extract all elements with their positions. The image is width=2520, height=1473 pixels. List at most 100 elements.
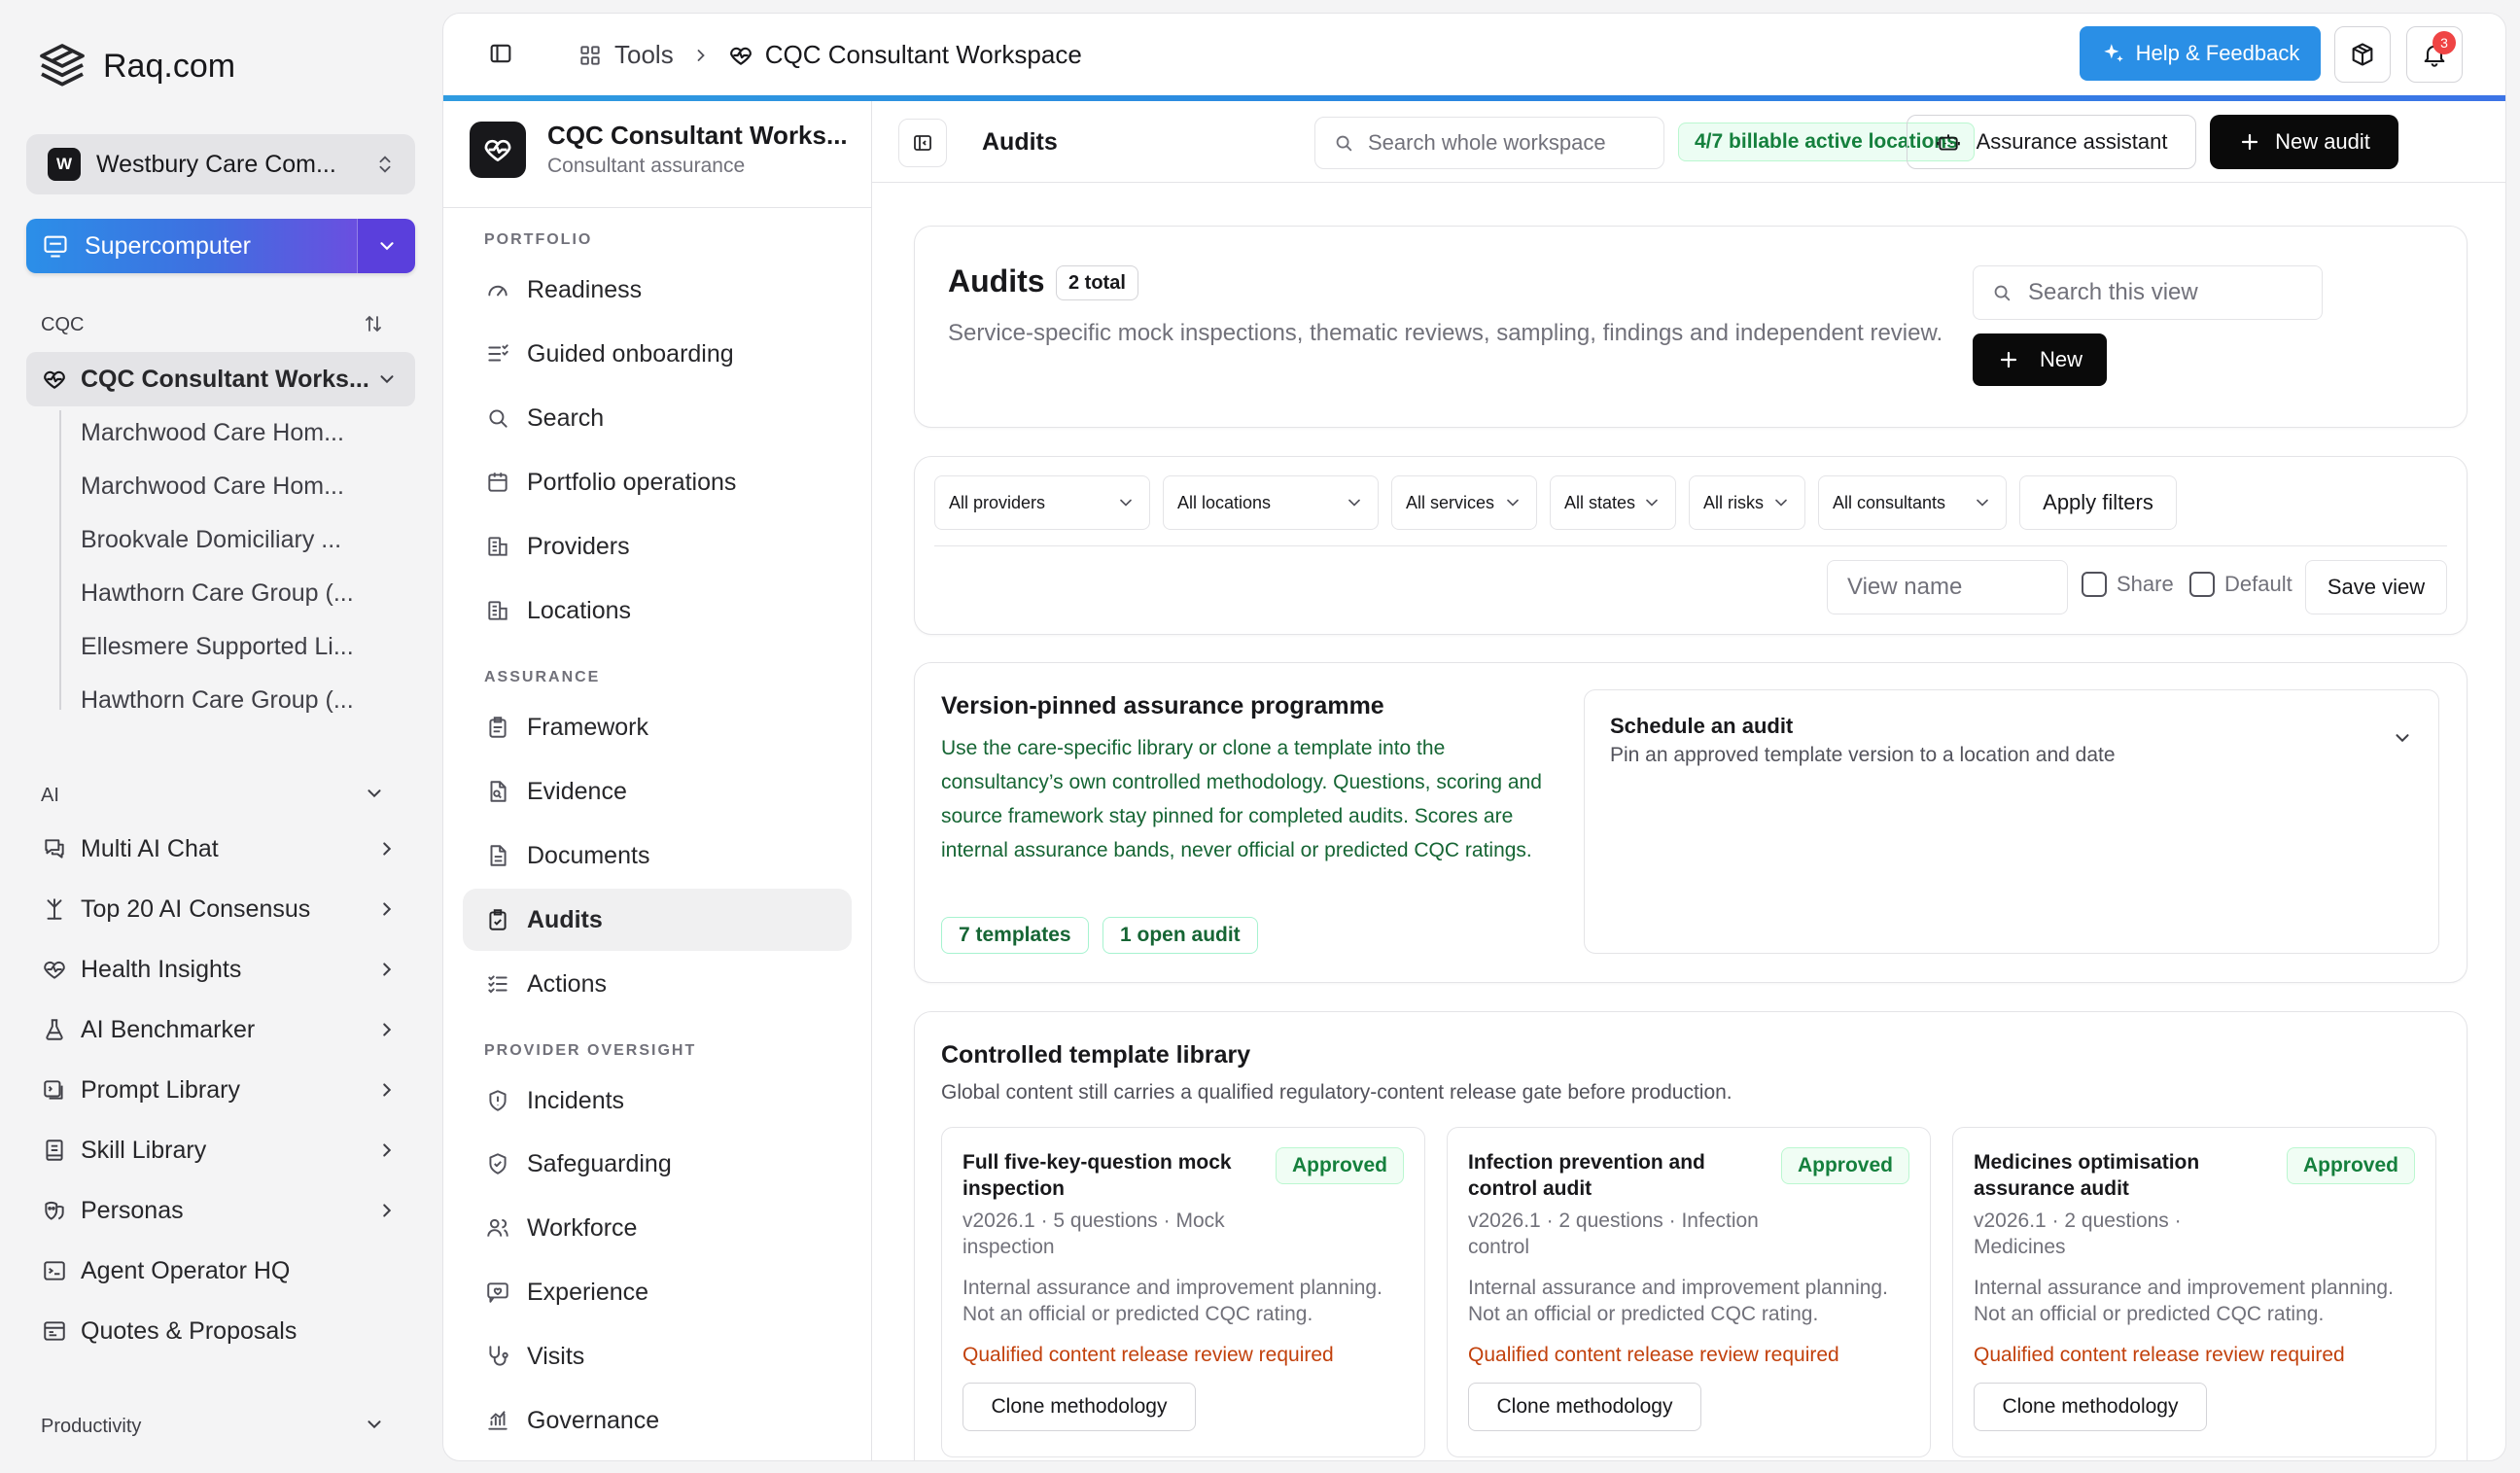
- chevron-right-icon: [376, 838, 398, 859]
- breadcrumb-tools[interactable]: Tools: [614, 40, 674, 70]
- consultant-filter-select[interactable]: All consultants: [1818, 475, 2007, 530]
- workspace-child[interactable]: Hawthorn Care Group (...: [81, 686, 354, 715]
- nav-item-label: Framework: [527, 713, 649, 741]
- clone-methodology-button[interactable]: Clone methodology: [1468, 1383, 1701, 1431]
- sidebar-item-quotes-proposals[interactable]: Quotes & Proposals: [26, 1304, 415, 1358]
- supercomputer-main[interactable]: Supercomputer: [26, 219, 357, 273]
- sidebar-item-label: Personas: [81, 1196, 184, 1224]
- view-name-input[interactable]: View name: [1827, 560, 2068, 614]
- chevron-down-icon[interactable]: [2392, 727, 2413, 749]
- calendar-icon: [484, 469, 511, 496]
- new-audit-button[interactable]: New audit: [2210, 115, 2398, 169]
- brand[interactable]: Raq.com: [35, 39, 235, 93]
- share-checkbox[interactable]: Share: [2082, 572, 2174, 597]
- audits-heading: Audits: [948, 263, 1045, 298]
- template-meta: v2026.1 · 2 questions · Infection contro…: [1468, 1210, 1759, 1258]
- template-warning: Qualified content release review require…: [1468, 1344, 1839, 1366]
- section-productivity-label: Productivity: [41, 1416, 142, 1437]
- clone-methodology-button[interactable]: Clone methodology: [962, 1383, 1196, 1431]
- sidebar-item-ai-benchmarker[interactable]: AI Benchmarker: [26, 1002, 415, 1057]
- checkbox-box[interactable]: [2189, 572, 2215, 597]
- nav-item-safeguarding[interactable]: Safeguarding: [463, 1133, 852, 1195]
- workspace-child[interactable]: Marchwood Care Hom...: [81, 473, 344, 501]
- section-productivity[interactable]: Productivity: [41, 1416, 401, 1438]
- schedule-audit-panel[interactable]: Schedule an audit Pin an approved templa…: [1584, 689, 2439, 954]
- save-view-button[interactable]: Save view: [2305, 560, 2447, 614]
- nav-item-framework[interactable]: Framework: [463, 696, 852, 758]
- chat-icon: [40, 836, 69, 861]
- clone-methodology-button[interactable]: Clone methodology: [1974, 1383, 2207, 1431]
- template-card: Full five-key-question mock inspection A…: [941, 1127, 1425, 1457]
- workspace-child[interactable]: Hawthorn Care Group (...: [81, 579, 354, 608]
- nav-item-search[interactable]: Search: [463, 387, 852, 449]
- sidebar-item-prompt-library[interactable]: Prompt Library: [26, 1063, 415, 1117]
- workspace-tree-line: [59, 410, 61, 710]
- nav-item-workforce[interactable]: Workforce: [463, 1197, 852, 1259]
- workspace-child[interactable]: Brookvale Domiciliary ...: [81, 526, 341, 554]
- assurance-assistant-button[interactable]: Assurance assistant: [1907, 115, 2196, 169]
- workspace-child[interactable]: Marchwood Care Hom...: [81, 419, 344, 447]
- sidebar-item-agent-operator-hq[interactable]: Agent Operator HQ: [26, 1244, 415, 1298]
- nav-item-visits[interactable]: Visits: [463, 1325, 852, 1387]
- nav-item-portfolio-operations[interactable]: Portfolio operations: [463, 451, 852, 513]
- topbar: Tools CQC Consultant Workspace Help & Fe…: [443, 14, 2505, 95]
- workspace-search-input[interactable]: Search whole workspace: [1314, 117, 1664, 169]
- nav-item-evidence[interactable]: Evidence: [463, 760, 852, 823]
- sidebar-item-cqc-workspace[interactable]: CQC Consultant Works...: [26, 352, 415, 406]
- nav-item-guided-onboarding[interactable]: Guided onboarding: [463, 323, 852, 385]
- default-checkbox[interactable]: Default: [2189, 572, 2292, 597]
- file-text-icon: [484, 842, 511, 869]
- chevron-down-icon: [1120, 499, 1132, 507]
- sidebar-toggle-icon[interactable]: [487, 40, 514, 67]
- filter-divider: [934, 545, 2447, 546]
- nav-item-actions[interactable]: Actions: [463, 953, 852, 1015]
- nav-item-locations[interactable]: Locations: [463, 579, 852, 642]
- chevron-down-icon: [379, 242, 394, 251]
- content-area: Audits Search whole workspace 4/7 billab…: [872, 101, 2505, 1460]
- template-meta: v2026.1 · 2 questions · Medicines: [1974, 1210, 2182, 1258]
- sort-icon[interactable]: [362, 312, 385, 335]
- location-filter-select[interactable]: All locations: [1163, 475, 1379, 530]
- sidebar-item-skill-library[interactable]: Skill Library: [26, 1123, 415, 1177]
- audits-description: Service-specific mock inspections, thema…: [948, 320, 1943, 346]
- sidebar-item-personas[interactable]: Personas: [26, 1183, 415, 1238]
- nav-item-label: Evidence: [527, 777, 627, 805]
- section-ai[interactable]: AI: [41, 785, 401, 807]
- package-button[interactable]: [2334, 26, 2391, 83]
- panel-left-icon: [914, 135, 931, 151]
- sidebar-item-health-insights[interactable]: Health Insights: [26, 942, 415, 997]
- supercomputer-dropdown[interactable]: [357, 219, 415, 273]
- nav-section-provider-oversight: PROVIDER OVERSIGHT: [484, 1042, 697, 1059]
- supercomputer-button[interactable]: Supercomputer: [26, 219, 415, 273]
- brand-logo-icon: [35, 39, 89, 93]
- workspace-child[interactable]: Ellesmere Supported Li...: [81, 633, 354, 661]
- chevron-down-icon: [364, 783, 385, 804]
- apply-filters-button[interactable]: Apply filters: [2019, 475, 2177, 530]
- nav-item-label: Guided onboarding: [527, 339, 734, 368]
- notifications-button[interactable]: 3: [2406, 26, 2463, 83]
- sidebar-item-top20-consensus[interactable]: Top 20 AI Consensus: [26, 882, 415, 936]
- nav-item-documents[interactable]: Documents: [463, 824, 852, 887]
- checkbox-box[interactable]: [2082, 572, 2107, 597]
- chevron-right-icon: [376, 1079, 398, 1101]
- nav-item-audits[interactable]: Audits: [463, 889, 852, 951]
- message-heart-icon: [484, 1279, 511, 1306]
- panel-toggle-button[interactable]: [898, 119, 947, 167]
- nav-item-governance[interactable]: Governance: [463, 1389, 852, 1452]
- risk-filter-select[interactable]: All risks: [1689, 475, 1805, 530]
- service-filter-select[interactable]: All services: [1391, 475, 1537, 530]
- help-feedback-button[interactable]: Help & Feedback: [2080, 26, 2321, 81]
- programme-title: Version-pinned assurance programme: [941, 692, 1384, 719]
- new-button[interactable]: New: [1973, 333, 2107, 386]
- new-audit-label: New audit: [2275, 129, 2370, 154]
- sidebar-item-multi-ai-chat[interactable]: Multi AI Chat: [26, 822, 415, 876]
- org-switcher[interactable]: W Westbury Care Com...: [26, 134, 415, 194]
- state-filter-select[interactable]: All states: [1550, 475, 1676, 530]
- nav-item-experience[interactable]: Experience: [463, 1261, 852, 1323]
- section-cqc: CQC: [41, 314, 401, 336]
- nav-item-incidents[interactable]: Incidents: [463, 1070, 852, 1132]
- nav-item-providers[interactable]: Providers: [463, 515, 852, 578]
- view-search-input[interactable]: Search this view: [1973, 265, 2323, 320]
- provider-filter-select[interactable]: All providers: [934, 475, 1150, 530]
- nav-item-readiness[interactable]: Readiness: [463, 259, 852, 321]
